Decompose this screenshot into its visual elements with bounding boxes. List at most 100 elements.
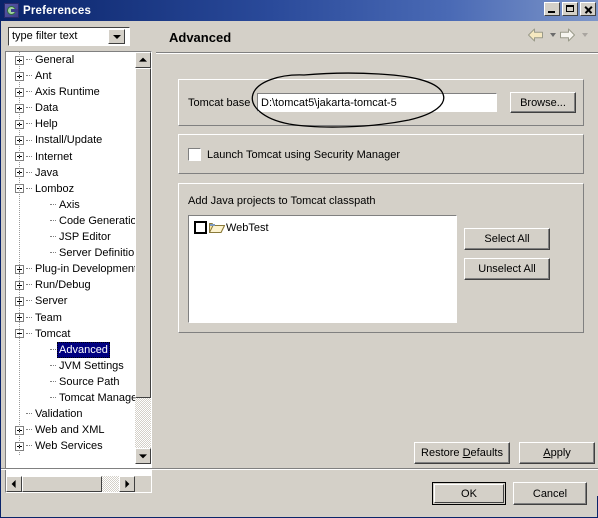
tree-item-label: General bbox=[35, 54, 75, 66]
tree-item-label: Lomboz bbox=[35, 182, 75, 195]
folder-icon bbox=[209, 221, 225, 234]
tree-connector bbox=[26, 187, 32, 190]
minimize-button[interactable] bbox=[544, 2, 560, 16]
back-button[interactable] bbox=[527, 28, 544, 42]
tree-item-server[interactable]: Server bbox=[6, 293, 135, 309]
tree-connector bbox=[26, 123, 32, 125]
tree-item-tomcat-manager-a[interactable]: Tomcat Manager A bbox=[6, 390, 135, 406]
tree-connector bbox=[26, 155, 32, 158]
scroll-right-button[interactable] bbox=[119, 476, 135, 492]
forward-button[interactable] bbox=[559, 28, 576, 42]
screen: Preferences General Ant Axis Runtime Data He… bbox=[0, 0, 598, 518]
tree-item-label: Ant bbox=[35, 70, 52, 83]
filter-input[interactable] bbox=[9, 29, 108, 44]
scroll-down-button[interactable] bbox=[135, 448, 151, 464]
tree-item-source-path[interactable]: Source Path bbox=[6, 374, 135, 390]
tomcat-base-label: Tomcat base bbox=[188, 97, 251, 109]
tree-leaf-marker bbox=[39, 377, 48, 386]
tree-item-label: Data bbox=[35, 102, 59, 115]
tree-item-label: Code Generation bbox=[59, 214, 135, 227]
window-controls bbox=[544, 2, 596, 16]
chevron-down-icon[interactable] bbox=[108, 29, 125, 44]
tree-item-java[interactable]: Java bbox=[6, 165, 135, 181]
tree-item-internet[interactable]: Internet bbox=[6, 149, 135, 165]
tree-item-label: Server Definitions bbox=[59, 247, 135, 260]
tree-connector bbox=[50, 348, 56, 351]
tree-leaf-marker bbox=[39, 233, 48, 242]
back-history-chevron-down-icon[interactable] bbox=[550, 33, 556, 37]
tree-vertical-scrollbar[interactable] bbox=[135, 52, 151, 464]
preferences-sidebar: General Ant Axis Runtime Data Help Install/Up… bbox=[2, 21, 155, 496]
tree-item-install-update[interactable]: Install/Update bbox=[6, 132, 135, 148]
window-title: Preferences bbox=[23, 4, 92, 17]
tree-item-server-definitions[interactable]: Server Definitions bbox=[6, 245, 135, 261]
forward-history-chevron-down-icon[interactable] bbox=[582, 33, 588, 37]
tree-item-general[interactable]: General bbox=[6, 52, 135, 68]
tomcat-base-group: Tomcat base Browse... bbox=[178, 79, 584, 126]
list-item[interactable]: WebTest bbox=[194, 221, 269, 234]
tree-horizontal-scrollbar[interactable] bbox=[6, 476, 135, 492]
tomcat-base-input[interactable] bbox=[257, 93, 497, 112]
preferences-window: Preferences General Ant Axis Runtime Data He… bbox=[0, 0, 598, 518]
tree-item-label: Validation bbox=[35, 408, 83, 421]
ok-button-inner: OK bbox=[434, 484, 504, 503]
tree-item-jvm-settings[interactable]: JVM Settings bbox=[6, 358, 135, 374]
tree-item-ant[interactable]: Ant bbox=[6, 68, 135, 84]
back-arrow-icon bbox=[528, 28, 543, 42]
tree-item-tomcat[interactable]: Tomcat bbox=[6, 326, 135, 342]
tree-item-axis[interactable]: Axis bbox=[6, 197, 135, 213]
preferences-tree[interactable]: General Ant Axis Runtime Data Help Install/Up… bbox=[5, 51, 152, 493]
close-button[interactable] bbox=[580, 2, 596, 16]
cancel-button[interactable]: Cancel bbox=[513, 482, 587, 505]
select-all-button[interactable]: Select All bbox=[464, 228, 550, 250]
tree-item-web-and-xml[interactable]: Web and XML bbox=[6, 422, 135, 438]
tree-item-label: Plug-in Development bbox=[35, 263, 135, 276]
tree-item-advanced[interactable]: Advanced bbox=[6, 341, 135, 358]
tree-connector bbox=[50, 380, 56, 383]
tree-item-label: Axis bbox=[59, 198, 80, 211]
tree-item-plug-in-development[interactable]: Plug-in Development bbox=[6, 261, 135, 277]
scroll-left-button[interactable] bbox=[6, 476, 22, 492]
browse-button-label: Browse... bbox=[520, 96, 566, 109]
classpath-project-list[interactable]: WebTest bbox=[188, 215, 457, 323]
scroll-up-button[interactable] bbox=[135, 52, 151, 68]
security-manager-checkbox[interactable] bbox=[188, 148, 201, 161]
tree-leaf-marker bbox=[39, 361, 48, 370]
tree-item-team[interactable]: Team bbox=[6, 310, 135, 326]
filter-combo[interactable] bbox=[8, 27, 130, 46]
tree-item-label: Advanced bbox=[57, 341, 110, 358]
browse-button[interactable]: Browse... bbox=[510, 92, 576, 113]
vscroll-thumb[interactable] bbox=[135, 68, 151, 398]
tree-connector bbox=[26, 107, 32, 109]
tree-item-run-debug[interactable]: Run/Debug bbox=[6, 277, 135, 293]
tree-connector bbox=[50, 219, 56, 222]
tree-item-code-generation[interactable]: Code Generation bbox=[6, 213, 135, 229]
tree-leaf-marker bbox=[39, 216, 48, 225]
tree-item-web-services[interactable]: Web Services bbox=[6, 438, 135, 454]
tree-connector bbox=[26, 429, 32, 431]
tree-item-label: Source Path bbox=[59, 375, 120, 388]
project-checkbox[interactable] bbox=[194, 221, 207, 234]
tree-item-jsp-editor[interactable]: JSP Editor bbox=[6, 229, 135, 245]
tree-item-data[interactable]: Data bbox=[6, 100, 135, 116]
restore-defaults-button[interactable]: Restore Defaults bbox=[414, 442, 510, 464]
restore-defaults-label: Restore Defaults bbox=[421, 447, 503, 459]
tree-connector bbox=[26, 268, 32, 270]
unselect-all-label: Unselect All bbox=[478, 263, 536, 275]
ok-button[interactable]: OK bbox=[432, 482, 506, 505]
tree-item-help[interactable]: Help bbox=[6, 116, 135, 132]
unselect-all-button[interactable]: Unselect All bbox=[464, 258, 550, 280]
tree-item-label: JSP Editor bbox=[59, 231, 111, 244]
tree-leaf-marker bbox=[39, 249, 48, 258]
tree-item-axis-runtime[interactable]: Axis Runtime bbox=[6, 84, 135, 100]
apply-button[interactable]: Apply bbox=[519, 442, 595, 464]
tree-item-label: Help bbox=[35, 118, 58, 131]
tree-item-label: Web Services bbox=[35, 440, 103, 453]
tree-connector bbox=[26, 139, 32, 142]
tree-item-lomboz[interactable]: Lomboz bbox=[6, 181, 135, 197]
maximize-button[interactable] bbox=[562, 2, 578, 16]
tree-item-label: Axis Runtime bbox=[35, 86, 100, 99]
hscroll-thumb[interactable] bbox=[22, 476, 102, 492]
tree-item-validation[interactable]: Validation bbox=[6, 406, 135, 422]
security-manager-label: Launch Tomcat using Security Manager bbox=[207, 149, 401, 161]
